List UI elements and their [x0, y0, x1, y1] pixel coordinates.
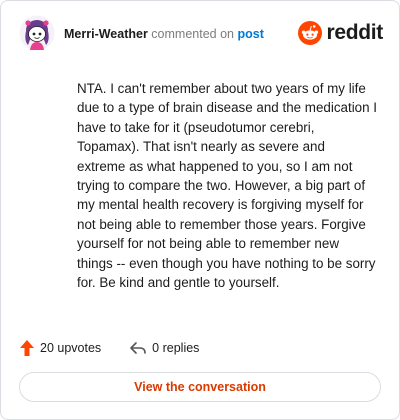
comment-byline: Merri-Weather commented on post: [64, 27, 264, 41]
reddit-logo-icon: [298, 21, 323, 45]
comment-actions: 20 upvotes 0 replies: [19, 338, 227, 358]
reply-count: 0 replies: [152, 341, 200, 355]
view-conversation-button[interactable]: View the conversation: [19, 372, 381, 402]
upvote-count: 20 upvotes: [40, 341, 102, 355]
reddit-brand[interactable]: reddit: [298, 21, 383, 45]
embedded-comment-card: Merri-Weather commented on post reddit N…: [0, 0, 400, 420]
post-link[interactable]: post: [237, 27, 263, 41]
snoo-avatar-icon[interactable]: [19, 15, 55, 51]
upvote-action[interactable]: 20 upvotes: [19, 339, 101, 357]
reply-action[interactable]: 0 replies: [129, 340, 199, 356]
upvote-arrow-icon: [20, 340, 34, 356]
reply-arrow-icon: [130, 342, 146, 354]
comment-header: Merri-Weather commented on post reddit: [19, 15, 383, 53]
comment-body: NTA. I can't remember about two years of…: [77, 81, 378, 291]
commented-on-text: commented on: [147, 27, 238, 41]
reddit-wordmark: reddit: [326, 21, 383, 44]
username-link[interactable]: Merri-Weather: [64, 27, 148, 41]
